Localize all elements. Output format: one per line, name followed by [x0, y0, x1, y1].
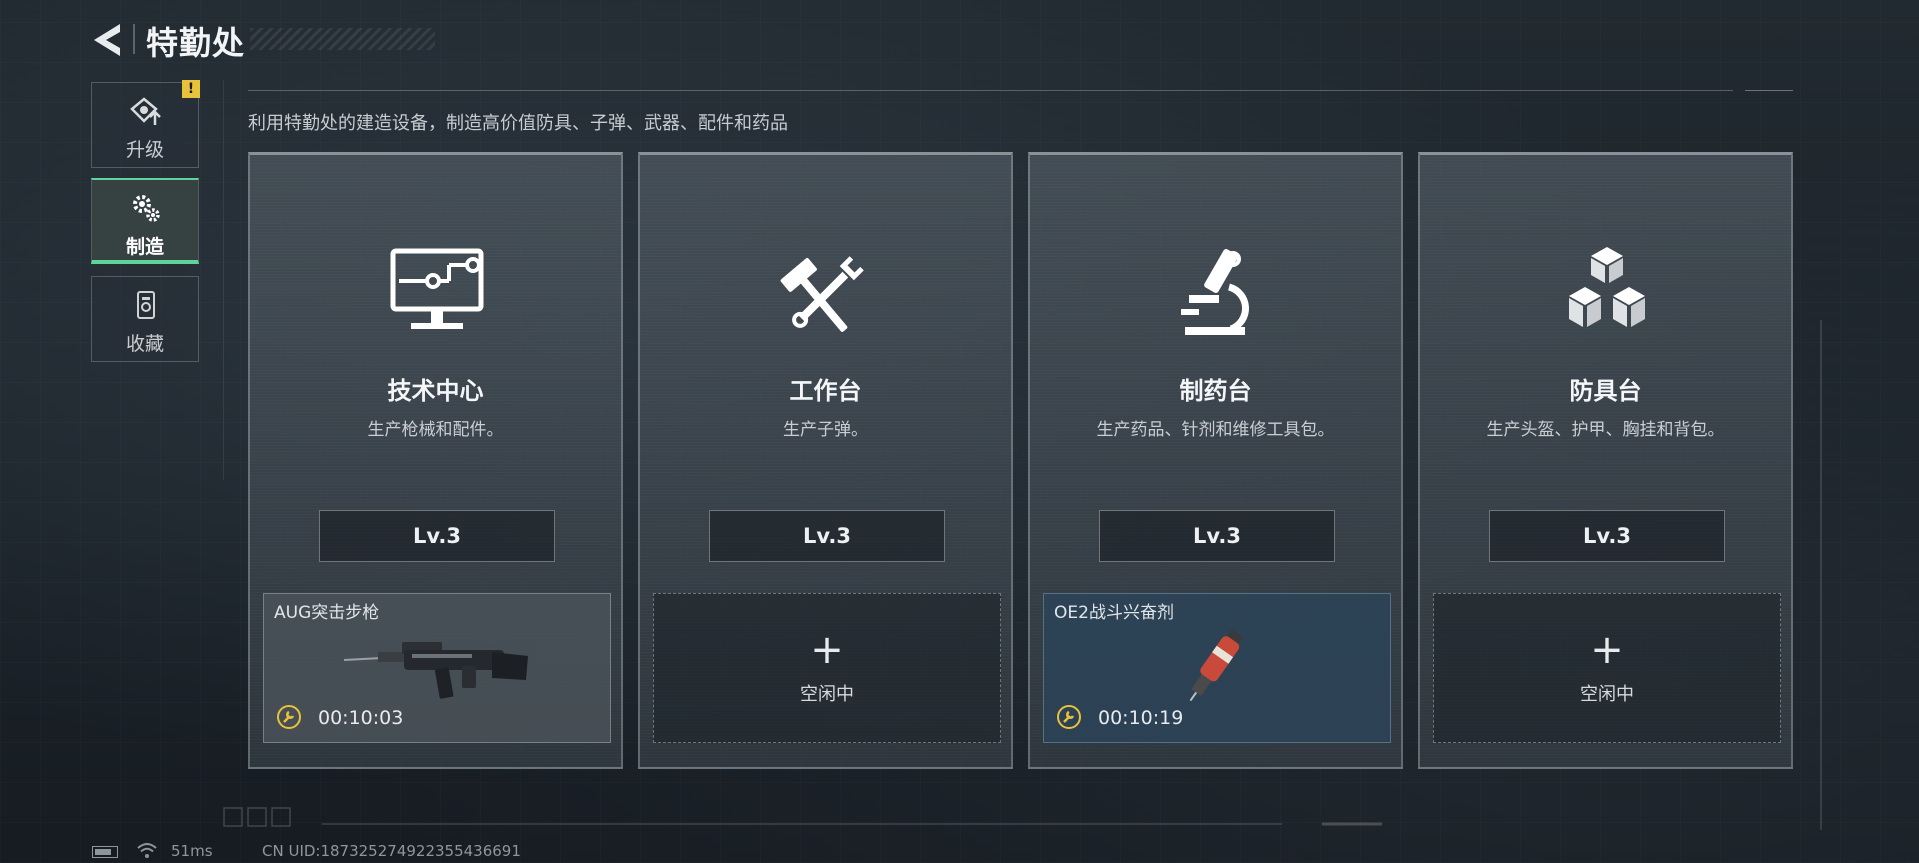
wrench-timer-icon: [277, 705, 301, 729]
station-description: 生产子弹。: [783, 420, 868, 440]
page-title: 特勤处: [146, 24, 246, 62]
craft-gears-icon: [133, 195, 160, 222]
slot-timer: 00:10:03: [318, 707, 404, 729]
wrench-timer-icon: [1057, 705, 1081, 729]
station-description: 生产枪械和配件。: [367, 420, 504, 440]
nav-craft-label: 制造: [125, 236, 164, 258]
nav-divider: [223, 80, 224, 480]
collection-icon: [137, 291, 155, 319]
station-card-armor[interactable]: 防具台 生产头盔、护甲、胸挂和背包。 Lv.3 + 空闲中: [1418, 152, 1793, 769]
station-description: 生产头盔、护甲、胸挂和背包。: [1486, 420, 1725, 440]
nav-upgrade-label: 升级: [125, 139, 164, 161]
nav-collection-button[interactable]: 收藏: [91, 276, 199, 362]
add-icon: +: [1590, 627, 1624, 673]
slot-item-name: AUG突击步枪: [274, 603, 380, 623]
station-level-button[interactable]: Lv.3: [319, 510, 555, 562]
computer-monitor-icon: [390, 248, 484, 329]
slot-timer: 00:10:19: [1098, 707, 1184, 729]
page-subtitle: 利用特勤处的建造设备，制造高价值防具、子弹、武器、配件和药品: [248, 113, 788, 134]
production-slot-active[interactable]: AUG突击步枪 00:10:03: [263, 593, 611, 743]
upgrade-alert-badge: !: [182, 80, 200, 98]
production-slot-active[interactable]: OE2战斗兴奋剂 00:10:19: [1043, 593, 1391, 743]
injector-icon: [1189, 630, 1243, 702]
header-separator: [133, 24, 135, 54]
right-edge-decoration: [1820, 320, 1822, 830]
back-button[interactable]: [90, 20, 126, 60]
slot-idle-label: 空闲中: [800, 684, 854, 705]
station-level-button[interactable]: Lv.3: [1489, 510, 1725, 562]
upgrade-icon: [130, 97, 161, 125]
boxes-icon: [1569, 247, 1645, 327]
station-title: 工作台: [789, 377, 862, 405]
station-level-button[interactable]: Lv.3: [709, 510, 945, 562]
hammer-wrench-icon: [780, 256, 864, 332]
production-slot-idle[interactable]: + 空闲中: [653, 593, 1001, 743]
station-card-tech-center[interactable]: 技术中心 生产枪械和配件。 Lv.3 AUG突击步枪 00:10:03: [248, 152, 623, 769]
top-divider: [248, 90, 1733, 91]
bottom-decoration: [223, 807, 1382, 827]
station-title: 技术中心: [387, 377, 484, 405]
user-uid: CN UID:187325274922355436691: [262, 842, 521, 860]
wifi-icon: [137, 843, 157, 858]
station-card-pharmacy[interactable]: 制药台 生产药品、针剂和维修工具包。 Lv.3 OE2战斗兴奋剂 00:10:1…: [1028, 152, 1403, 769]
station-description: 生产药品、针剂和维修工具包。: [1096, 420, 1335, 440]
top-divider-end: [1745, 90, 1793, 91]
nav-collection-label: 收藏: [125, 333, 164, 355]
slot-item-name: OE2战斗兴奋剂: [1054, 603, 1174, 623]
microscope-icon: [1181, 249, 1250, 335]
station-title: 防具台: [1569, 377, 1642, 405]
add-icon: +: [810, 627, 844, 673]
production-slot-idle[interactable]: + 空闲中: [1433, 593, 1781, 743]
station-card-workbench[interactable]: 工作台 生产子弹。 Lv.3 + 空闲中: [638, 152, 1013, 769]
ping-readout: 51ms: [171, 842, 213, 860]
station-title: 制药台: [1179, 377, 1252, 405]
back-arrow-icon: [94, 24, 120, 56]
battery-icon: [92, 846, 118, 858]
slot-idle-label: 空闲中: [1580, 684, 1634, 705]
rifle-icon: [343, 642, 528, 699]
nav-craft-button[interactable]: 制造: [91, 178, 199, 264]
title-decoration: [250, 28, 435, 50]
station-level-button[interactable]: Lv.3: [1099, 510, 1335, 562]
